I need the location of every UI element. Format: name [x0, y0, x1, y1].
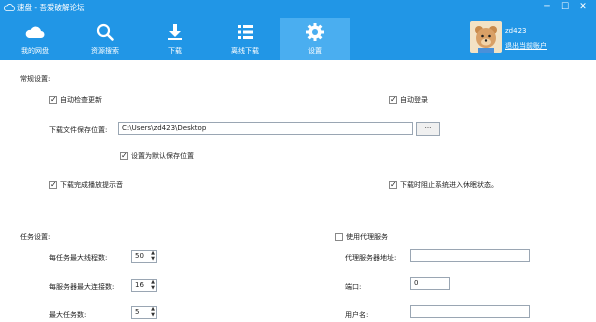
save-path-label: 下载文件保存位置:	[49, 126, 108, 134]
cloud-logo-icon	[4, 4, 15, 11]
username: zd423	[505, 27, 527, 35]
header-bar: 速盘 - 吾爱破解论坛 ─ ☐ ✕ 我的网盘 资源搜索 下载 离线下载 设置 z…	[0, 0, 596, 60]
cloud-icon	[25, 26, 45, 38]
tab-label: 离线下载	[231, 47, 259, 55]
prevent-sleep-checkbox[interactable]: 下载时阻止系统进入休眠状态。	[389, 180, 498, 190]
play-sound-checkbox[interactable]: 下载完成播放提示音	[49, 180, 123, 190]
set-default-path-checkbox[interactable]: 设置为默认保存位置	[120, 151, 194, 161]
main-nav: 我的网盘 资源搜索 下载 离线下载 设置	[0, 18, 350, 60]
minimize-button[interactable]: ─	[538, 1, 556, 13]
search-icon	[96, 23, 114, 41]
maximize-button[interactable]: ☐	[556, 1, 574, 13]
play-sound-label: 下载完成播放提示音	[60, 181, 123, 189]
max-tasks-stepper[interactable]: 5 ▲ ▼	[131, 306, 157, 319]
logout-link[interactable]: 退出当前账户	[505, 41, 547, 51]
browse-button[interactable]: ···	[416, 122, 440, 136]
max-connections-value: 16	[135, 281, 144, 289]
proxy-user-input[interactable]	[410, 305, 530, 318]
max-tasks-label: 最大任务数:	[49, 311, 87, 319]
max-connections-stepper[interactable]: 16 ▲ ▼	[131, 279, 157, 292]
proxy-server-input[interactable]	[410, 249, 530, 262]
use-proxy-checkbox[interactable]: 使用代理服务	[335, 232, 388, 242]
set-default-path-label: 设置为默认保存位置	[131, 152, 194, 160]
checkbox-box[interactable]	[49, 180, 57, 189]
checkbox-box[interactable]	[335, 233, 343, 241]
stepper-arrows-icon[interactable]: ▲ ▼	[151, 279, 155, 291]
proxy-port-label: 端口:	[345, 283, 362, 291]
checkbox-box[interactable]	[389, 95, 397, 104]
tab-label: 我的网盘	[21, 47, 49, 55]
stepper-arrows-icon[interactable]: ▲ ▼	[151, 250, 155, 262]
use-proxy-label: 使用代理服务	[346, 233, 388, 241]
checkbox-box[interactable]	[49, 95, 57, 104]
list-icon	[238, 25, 253, 39]
close-button[interactable]: ✕	[574, 1, 592, 13]
general-settings-title: 常规设置:	[20, 75, 51, 83]
proxy-user-label: 用户名:	[345, 311, 369, 319]
proxy-port-input[interactable]: 0	[410, 277, 450, 290]
tab-label: 资源搜索	[91, 47, 119, 55]
tab-resource-search[interactable]: 资源搜索	[70, 18, 140, 60]
task-settings-title: 任务设置:	[20, 233, 51, 241]
tab-offline-download[interactable]: 离线下载	[210, 18, 280, 60]
download-icon	[168, 24, 182, 40]
prevent-sleep-label: 下载时阻止系统进入休眠状态。	[400, 181, 498, 189]
checkbox-box[interactable]	[120, 151, 128, 160]
tab-my-disk[interactable]: 我的网盘	[0, 18, 70, 60]
auto-login-checkbox[interactable]: 自动登录	[389, 95, 428, 105]
tab-label: 下载	[168, 47, 182, 55]
max-tasks-value: 5	[135, 308, 140, 316]
avatar[interactable]	[470, 21, 502, 53]
proxy-server-label: 代理服务器地址:	[345, 254, 397, 262]
title-bar: 速盘 - 吾爱破解论坛 ─ ☐ ✕	[0, 0, 596, 15]
save-path-input[interactable]: C:\Users\zd423\Desktop	[118, 122, 413, 135]
auto-update-label: 自动检查更新	[60, 96, 102, 104]
tab-label: 设置	[308, 47, 322, 55]
stepper-arrows-icon[interactable]: ▲ ▼	[151, 306, 155, 318]
tab-download[interactable]: 下载	[140, 18, 210, 60]
auto-login-label: 自动登录	[400, 96, 428, 104]
checkbox-box[interactable]	[389, 180, 397, 189]
auto-update-checkbox[interactable]: 自动检查更新	[49, 95, 102, 105]
gear-icon	[306, 23, 324, 41]
tab-settings[interactable]: 设置	[280, 18, 350, 60]
max-threads-stepper[interactable]: 50 ▲ ▼	[131, 250, 157, 263]
max-threads-value: 50	[135, 252, 144, 260]
bear-avatar-icon	[475, 26, 497, 53]
max-threads-label: 每任务最大线程数:	[49, 254, 108, 262]
window-title: 速盘 - 吾爱破解论坛	[17, 3, 85, 12]
max-connections-label: 每服务器最大连接数:	[49, 283, 115, 291]
